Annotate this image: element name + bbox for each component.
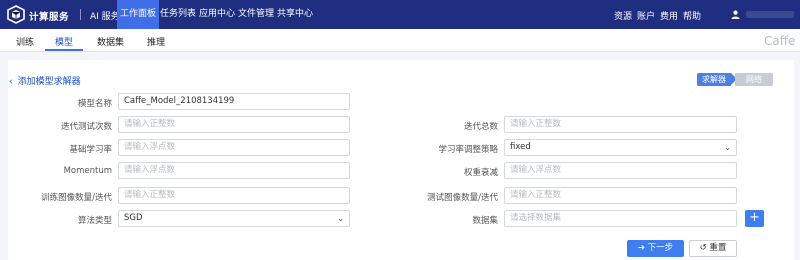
step-solver: 求解器 bbox=[697, 73, 731, 86]
weight-decay-input[interactable]: 请输入浮点数 bbox=[504, 162, 737, 179]
chevron-down-icon: ⌄ bbox=[724, 143, 731, 152]
reset-label: 重置 bbox=[709, 243, 727, 253]
add-dataset-button[interactable]: + bbox=[745, 210, 764, 227]
solver-form-card bbox=[8, 60, 794, 260]
weight-decay-label: 权重衰减 bbox=[463, 168, 498, 178]
model-name-input[interactable]: Caffe_Model_2108134199 bbox=[118, 93, 350, 110]
user-icon[interactable] bbox=[731, 10, 740, 19]
next-step-label: 下一步 bbox=[647, 243, 674, 253]
back-link[interactable]: ‹ 添加模型求解器 bbox=[9, 74, 81, 87]
nav-tab-share-center[interactable]: 共享中心 bbox=[274, 0, 316, 29]
lr-policy-select[interactable]: fixed ⌄ bbox=[504, 139, 737, 156]
tab-train[interactable]: 训练 bbox=[16, 35, 34, 48]
base-lr-input[interactable]: 请输入浮点数 bbox=[118, 139, 350, 156]
back-link-label: 添加模型求解器 bbox=[17, 77, 81, 87]
test-batch-label: 测试图像数量/迭代 bbox=[427, 193, 498, 203]
reset-button[interactable]: ↺ 重置 bbox=[689, 240, 737, 257]
brand-name[interactable]: 计算服务 bbox=[29, 9, 69, 23]
tab-inference[interactable]: 推理 bbox=[147, 35, 165, 48]
nav-link-resources[interactable]: 资源 bbox=[614, 9, 632, 22]
step-network: 网络 bbox=[735, 73, 773, 86]
model-name-label: 模型名称 bbox=[77, 99, 112, 109]
arrow-right-icon: ➔ bbox=[637, 243, 645, 253]
top-nav: 计算服务 AI 服务 工作面板 任务列表 应用中心 文件管理 共享中心 资源 账… bbox=[0, 0, 800, 29]
algorithm-value: SGD bbox=[124, 213, 143, 223]
dataset-select[interactable]: 请选择数据集 bbox=[504, 210, 737, 227]
train-batch-input[interactable]: 请输入正整数 bbox=[118, 187, 350, 204]
lr-policy-value: fixed bbox=[510, 142, 531, 152]
framework-watermark: Caffe bbox=[764, 34, 796, 48]
momentum-input[interactable]: 请输入浮点数 bbox=[118, 162, 350, 179]
lr-policy-label: 学习率调整策略 bbox=[438, 145, 498, 155]
tab-dataset[interactable]: 数据集 bbox=[97, 35, 124, 48]
dataset-label: 数据集 bbox=[472, 216, 498, 226]
nav-tab-workbench[interactable]: 工作面板 bbox=[117, 0, 160, 29]
cube-logo-icon bbox=[7, 5, 25, 24]
user-name-redacted[interactable] bbox=[746, 11, 794, 18]
nav-divider bbox=[80, 9, 81, 20]
total-iter-label: 迭代总数 bbox=[463, 122, 498, 132]
test-iter-label: 迭代测试次数 bbox=[60, 122, 112, 132]
next-step-button[interactable]: ➔ 下一步 bbox=[627, 240, 684, 257]
chevron-down-icon: ⌄ bbox=[337, 214, 344, 223]
tab-model[interactable]: 模型 bbox=[55, 35, 73, 48]
test-iter-input[interactable]: 请输入正整数 bbox=[118, 116, 350, 133]
algorithm-select[interactable]: SGD ⌄ bbox=[118, 210, 350, 227]
total-iter-input[interactable]: 请输入正整数 bbox=[504, 116, 737, 133]
momentum-label: Momentum bbox=[63, 166, 112, 176]
nav-tab-app-center[interactable]: 应用中心 bbox=[196, 0, 238, 29]
algorithm-label: 算法类型 bbox=[77, 216, 112, 226]
nav-link-billing[interactable]: 费用 bbox=[660, 9, 678, 22]
train-batch-label: 训练图像数量/迭代 bbox=[41, 193, 112, 203]
test-batch-input[interactable]: 请输入正整数 bbox=[504, 187, 737, 204]
plus-icon: + bbox=[749, 210, 760, 225]
nav-link-help[interactable]: 帮助 bbox=[683, 9, 701, 22]
nav-ai-service[interactable]: AI 服务 bbox=[90, 9, 120, 22]
chevron-left-icon: ‹ bbox=[9, 77, 13, 87]
sub-tab-bar: 训练 模型 数据集 推理 bbox=[0, 29, 800, 52]
nav-link-account[interactable]: 账户 bbox=[637, 9, 655, 22]
base-lr-label: 基础学习率 bbox=[69, 145, 112, 155]
nav-tab-task-list[interactable]: 任务列表 bbox=[157, 0, 199, 29]
active-tab-indicator bbox=[45, 49, 83, 51]
reset-icon: ↺ bbox=[699, 243, 707, 253]
nav-tab-file-management[interactable]: 文件管理 bbox=[235, 0, 277, 29]
